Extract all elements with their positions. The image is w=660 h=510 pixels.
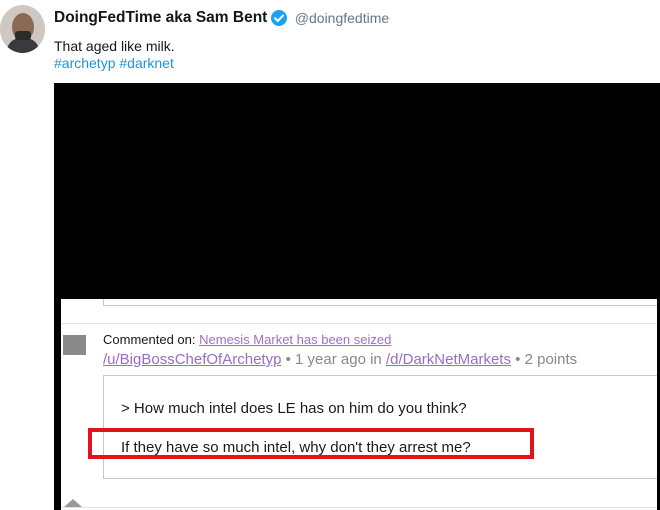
verified-badge-icon [270, 9, 288, 27]
quoted-text: > How much intel does LE has on him do y… [121, 400, 467, 417]
vote-box-icon [63, 335, 86, 355]
post-title-link: Nemesis Market has been seized [199, 332, 392, 347]
display-name[interactable]: DoingFedTime aka Sam Bent [54, 9, 267, 26]
user-handle[interactable]: @doingfedtime [295, 10, 389, 26]
avatar[interactable] [0, 5, 45, 53]
author-link: /u/BigBossChefOfArchetyp [103, 351, 282, 368]
tweet-header: DoingFedTime aka Sam Bent @doingfedtime [54, 9, 389, 29]
divider [61, 323, 657, 324]
commented-on-line: Commented on: Nemesis Market has been se… [103, 332, 391, 347]
meta-separator: • [285, 351, 291, 368]
hashtag-archetyp[interactable]: #archetyp [54, 55, 115, 71]
subreddit-link: /d/DarkNetMarkets [385, 351, 511, 368]
caret-up-icon [64, 499, 82, 507]
comment-meta: /u/BigBossChefOfArchetyp • 1 year ago in… [103, 351, 577, 368]
red-highlight-box [88, 428, 534, 459]
previous-comment-box-edge [103, 299, 657, 306]
hashtags: #archetyp #darknet [54, 55, 174, 72]
comment-body-box: > How much intel does LE has on him do y… [103, 375, 657, 479]
hashtag-darknet[interactable]: #darknet [119, 55, 173, 71]
time-text: 1 year ago in [295, 351, 382, 368]
commented-label: Commented on: [103, 332, 196, 347]
tweet-text: That aged like milk. [54, 38, 175, 54]
forum-comment-screenshot: Commented on: Nemesis Market has been se… [61, 299, 657, 510]
meta-separator: • [515, 351, 521, 368]
divider [61, 507, 657, 508]
points-text: 2 points [524, 351, 578, 368]
